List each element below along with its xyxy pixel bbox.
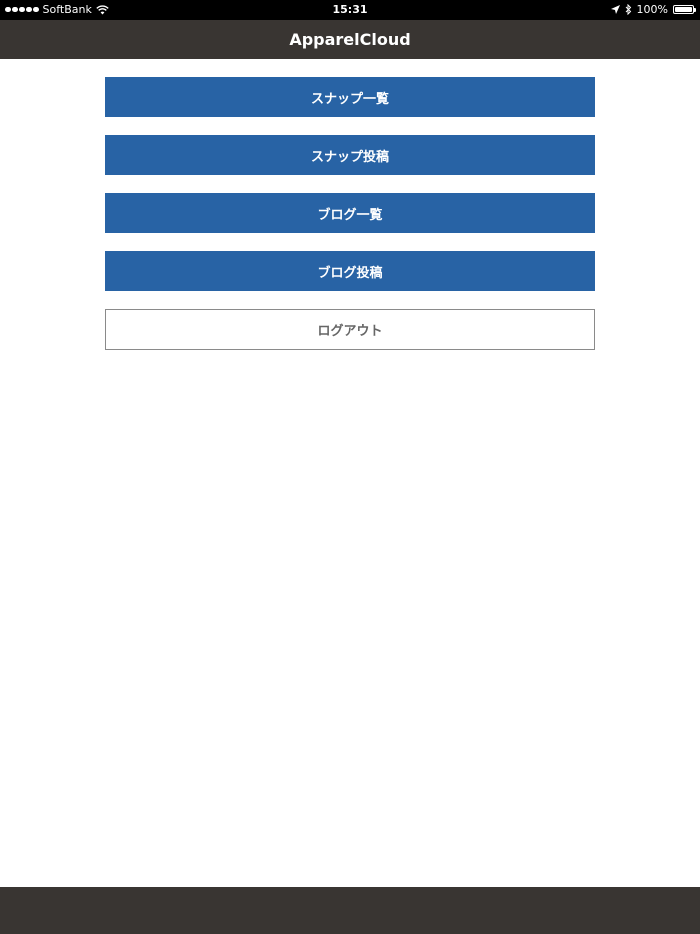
battery-fill [675,7,692,12]
battery-percent: 100% [636,3,668,16]
bottom-toolbar [0,887,700,934]
nav-bar: ApparelCloud [0,20,700,59]
location-arrow-icon [610,5,620,14]
app-title: ApparelCloud [289,30,411,49]
snap-post-button[interactable]: スナップ投稿 [105,135,595,175]
status-time: 15:31 [332,3,368,16]
blog-post-button[interactable]: ブログ投稿 [105,251,595,291]
logout-button[interactable]: ログアウト [105,309,595,350]
snap-list-button[interactable]: スナップ一覧 [105,77,595,117]
main-menu: スナップ一覧 スナップ投稿 ブログ一覧 ブログ投稿 ログアウト [105,77,595,368]
bluetooth-icon [625,4,631,15]
blog-list-button[interactable]: ブログ一覧 [105,193,595,233]
battery-icon [673,5,696,14]
status-right: 100% [610,3,696,16]
status-bar: SoftBank 15:31 100% [0,0,700,20]
